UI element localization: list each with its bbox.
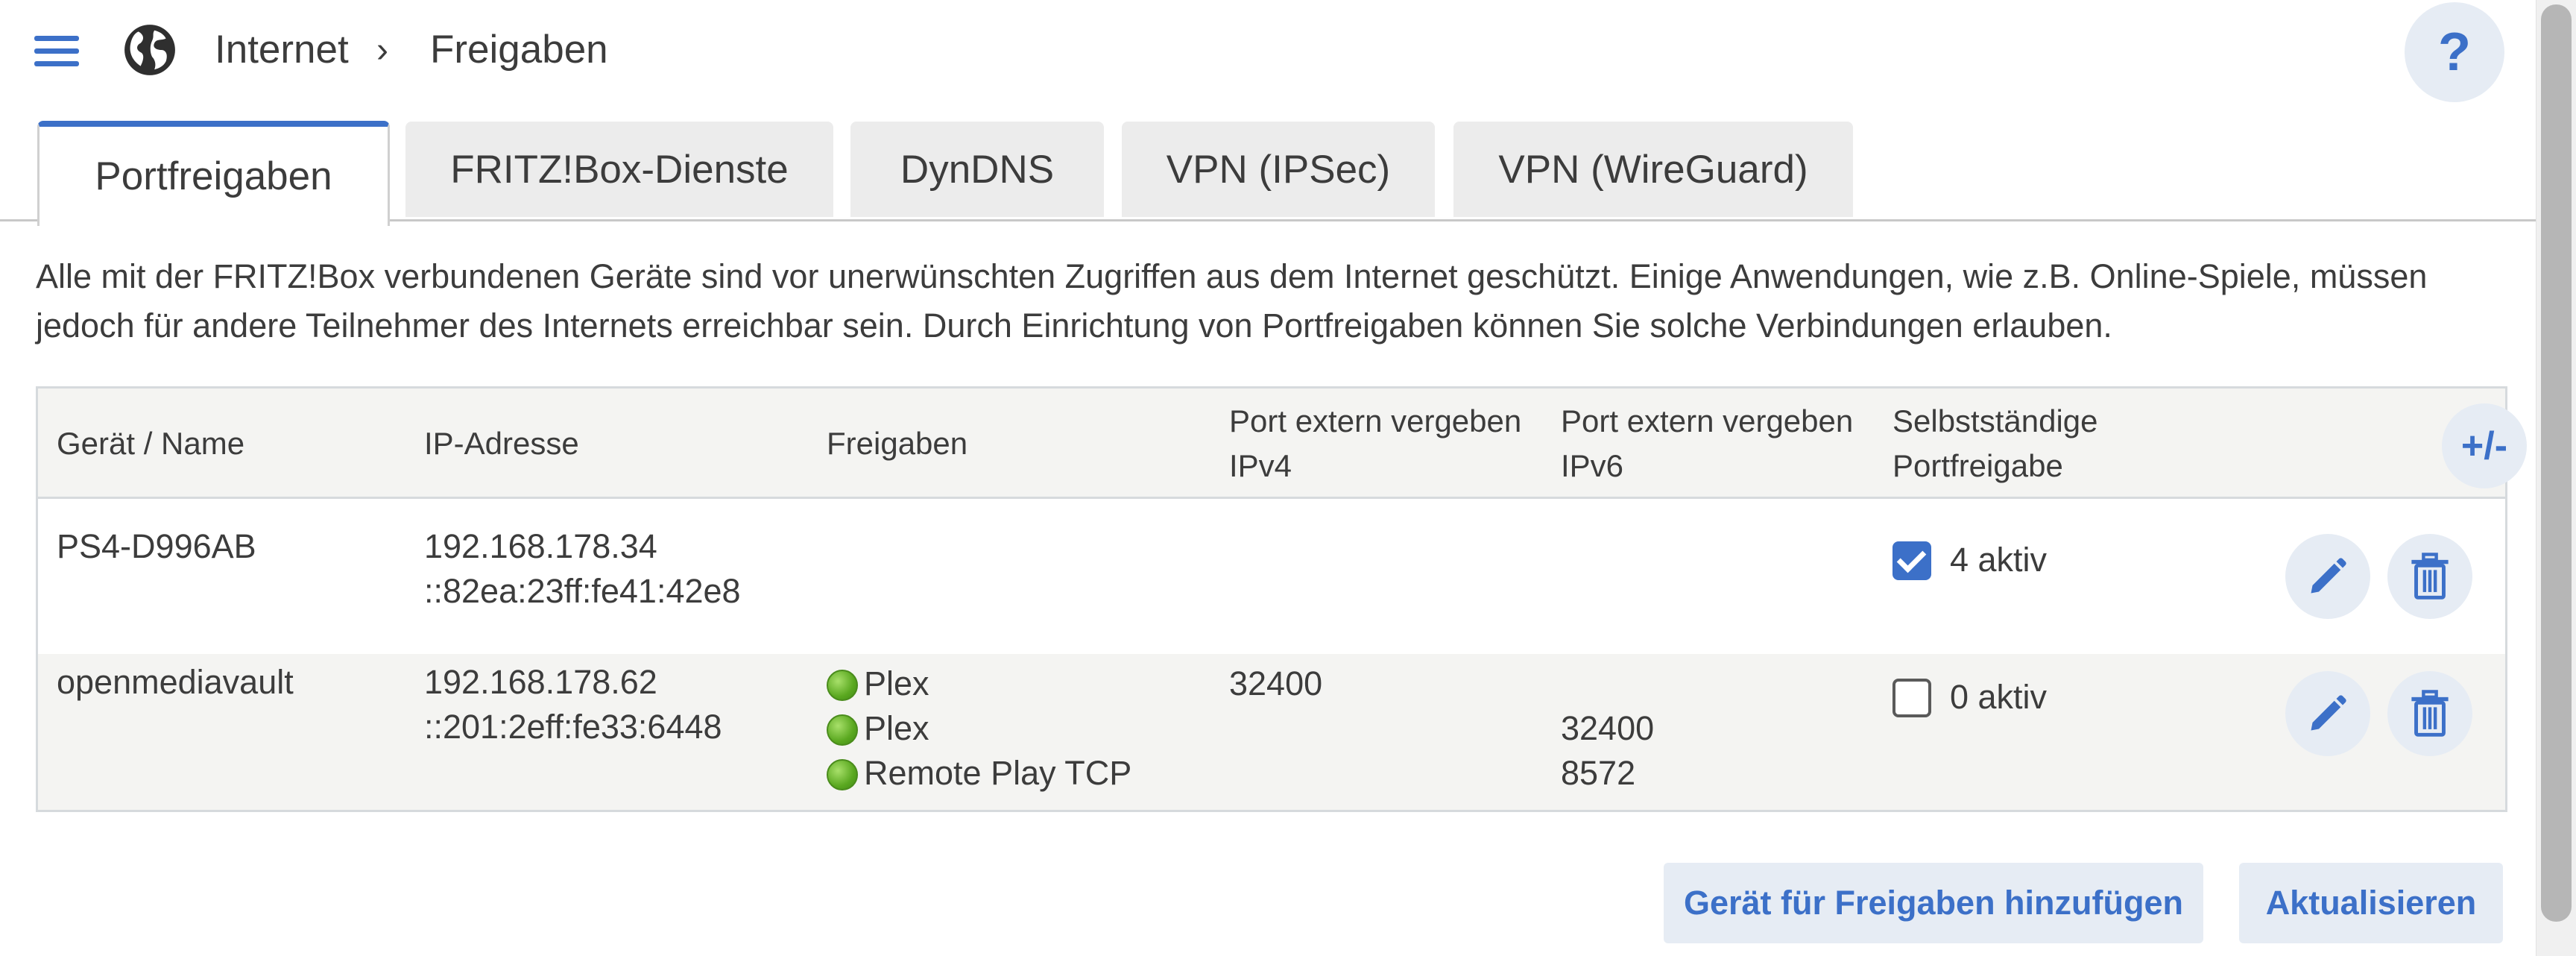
- shares-list: Plex Plex Remote Play TCP: [827, 661, 1131, 796]
- tab-bar: Portfreigaben FRITZ!Box-Dienste DynDNS V…: [0, 119, 2536, 226]
- share-label: Plex: [864, 664, 929, 702]
- tab-vpn-ipsec[interactable]: VPN (IPSec): [1122, 122, 1435, 217]
- header-self-line2: Portfreigabe: [1892, 448, 2063, 483]
- header-port-ipv4: Port extern vergeben IPv4: [1229, 399, 1521, 488]
- port-ipv6: 32400 8572: [1561, 706, 1654, 796]
- port-ipv6-value: 32400: [1561, 709, 1655, 747]
- status-ok-icon: [827, 759, 858, 790]
- header-self-sharing: Selbstständige Portfreigabe: [1892, 399, 2098, 488]
- trash-icon: [2411, 553, 2449, 600]
- ipv6-address: ::201:2eff:fe33:6448: [424, 708, 722, 746]
- chevron-right-icon: ›: [376, 31, 388, 70]
- edit-button[interactable]: [2285, 671, 2370, 756]
- hamburger-menu-icon[interactable]: [34, 21, 94, 81]
- tab-portfreigaben[interactable]: Portfreigaben: [37, 121, 390, 226]
- device-name: PS4-D996AB: [57, 527, 256, 565]
- page: Internet › Freigaben ? Portfreigaben FRI…: [0, 0, 2536, 956]
- port-ipv4: 32400: [1229, 664, 1323, 702]
- tab-fritzbox-dienste[interactable]: FRITZ!Box-Dienste: [405, 122, 833, 217]
- header-shares: Freigaben: [827, 426, 968, 461]
- table-header: Gerät / Name IP-Adresse Freigaben Port e…: [38, 389, 2527, 499]
- pencil-icon: [2311, 558, 2346, 594]
- share-item[interactable]: Plex: [827, 706, 1131, 751]
- ipv4-address: 192.168.178.34: [424, 527, 657, 565]
- tab-dyndns[interactable]: DynDNS: [850, 122, 1104, 217]
- intro-line-1: Alle mit der FRITZ!Box verbundenen Gerät…: [36, 257, 2428, 295]
- status-ok-icon: [827, 670, 858, 701]
- vertical-scrollbar[interactable]: [2536, 0, 2576, 956]
- self-sharing-status: 4 aktiv: [1950, 541, 2048, 579]
- refresh-button[interactable]: Aktualisieren: [2239, 863, 2503, 943]
- trash-icon: [2411, 690, 2449, 737]
- self-sharing-checkbox[interactable]: [1892, 541, 1931, 580]
- status-ok-icon: [827, 714, 858, 746]
- ipv4-address: 192.168.178.62: [424, 663, 657, 701]
- self-sharing-status: 0 aktiv: [1950, 678, 2048, 716]
- delete-button[interactable]: [2387, 534, 2472, 619]
- header-port-ipv4-line1: Port extern vergeben: [1229, 403, 1522, 438]
- table-row: PS4-D996AB 192.168.178.34 ::82ea:23ff:fe…: [38, 499, 2505, 654]
- ipv6-address: ::82ea:23ff:fe41:42e8: [424, 572, 741, 610]
- edit-button[interactable]: [2285, 534, 2370, 619]
- globe-icon: [124, 25, 175, 75]
- ip-address: 192.168.178.34 ::82ea:23ff:fe41:42e8: [424, 524, 741, 614]
- device-name: openmediavault: [57, 663, 294, 701]
- header-ip: IP-Adresse: [424, 426, 579, 461]
- header-device: Gerät / Name: [57, 426, 245, 461]
- header-port-ipv6: Port extern vergeben IPv6: [1561, 399, 1853, 488]
- header-port-ipv4-line2: IPv4: [1229, 448, 1292, 483]
- breadcrumb-internet[interactable]: Internet: [215, 24, 349, 76]
- pencil-icon: [2311, 695, 2346, 731]
- header-self-line1: Selbstständige: [1892, 403, 2098, 438]
- intro-text: Alle mit der FRITZ!Box verbundenen Gerät…: [36, 252, 2510, 350]
- plus-minus-button[interactable]: +/-: [2442, 403, 2527, 488]
- header: Internet › Freigaben ?: [0, 0, 2536, 104]
- port-ipv6-value: 8572: [1561, 754, 1636, 792]
- share-item[interactable]: Plex: [827, 661, 1131, 706]
- breadcrumb-freigaben: Freigaben: [430, 28, 608, 72]
- self-sharing-checkbox[interactable]: [1892, 679, 1931, 717]
- scrollbar-thumb[interactable]: [2541, 4, 2572, 922]
- share-label: Plex: [864, 709, 929, 747]
- ip-address: 192.168.178.62 ::201:2eff:fe33:6448: [424, 660, 722, 749]
- add-device-button[interactable]: Gerät für Freigaben hinzufügen: [1664, 863, 2203, 943]
- share-item[interactable]: Remote Play TCP: [827, 751, 1131, 796]
- tab-vpn-wireguard[interactable]: VPN (WireGuard): [1453, 122, 1853, 217]
- header-port-ipv6-line2: IPv6: [1561, 448, 1624, 483]
- header-port-ipv6-line1: Port extern vergeben: [1561, 403, 1854, 438]
- help-button[interactable]: ?: [2405, 2, 2504, 102]
- table-row: openmediavault 192.168.178.62 ::201:2eff…: [38, 654, 2505, 810]
- delete-button[interactable]: [2387, 671, 2472, 756]
- share-label: Remote Play TCP: [864, 754, 1132, 792]
- intro-line-2: jedoch für andere Teilnehmer des Interne…: [36, 306, 2112, 345]
- port-sharing-table: Gerät / Name IP-Adresse Freigaben Port e…: [36, 386, 2527, 812]
